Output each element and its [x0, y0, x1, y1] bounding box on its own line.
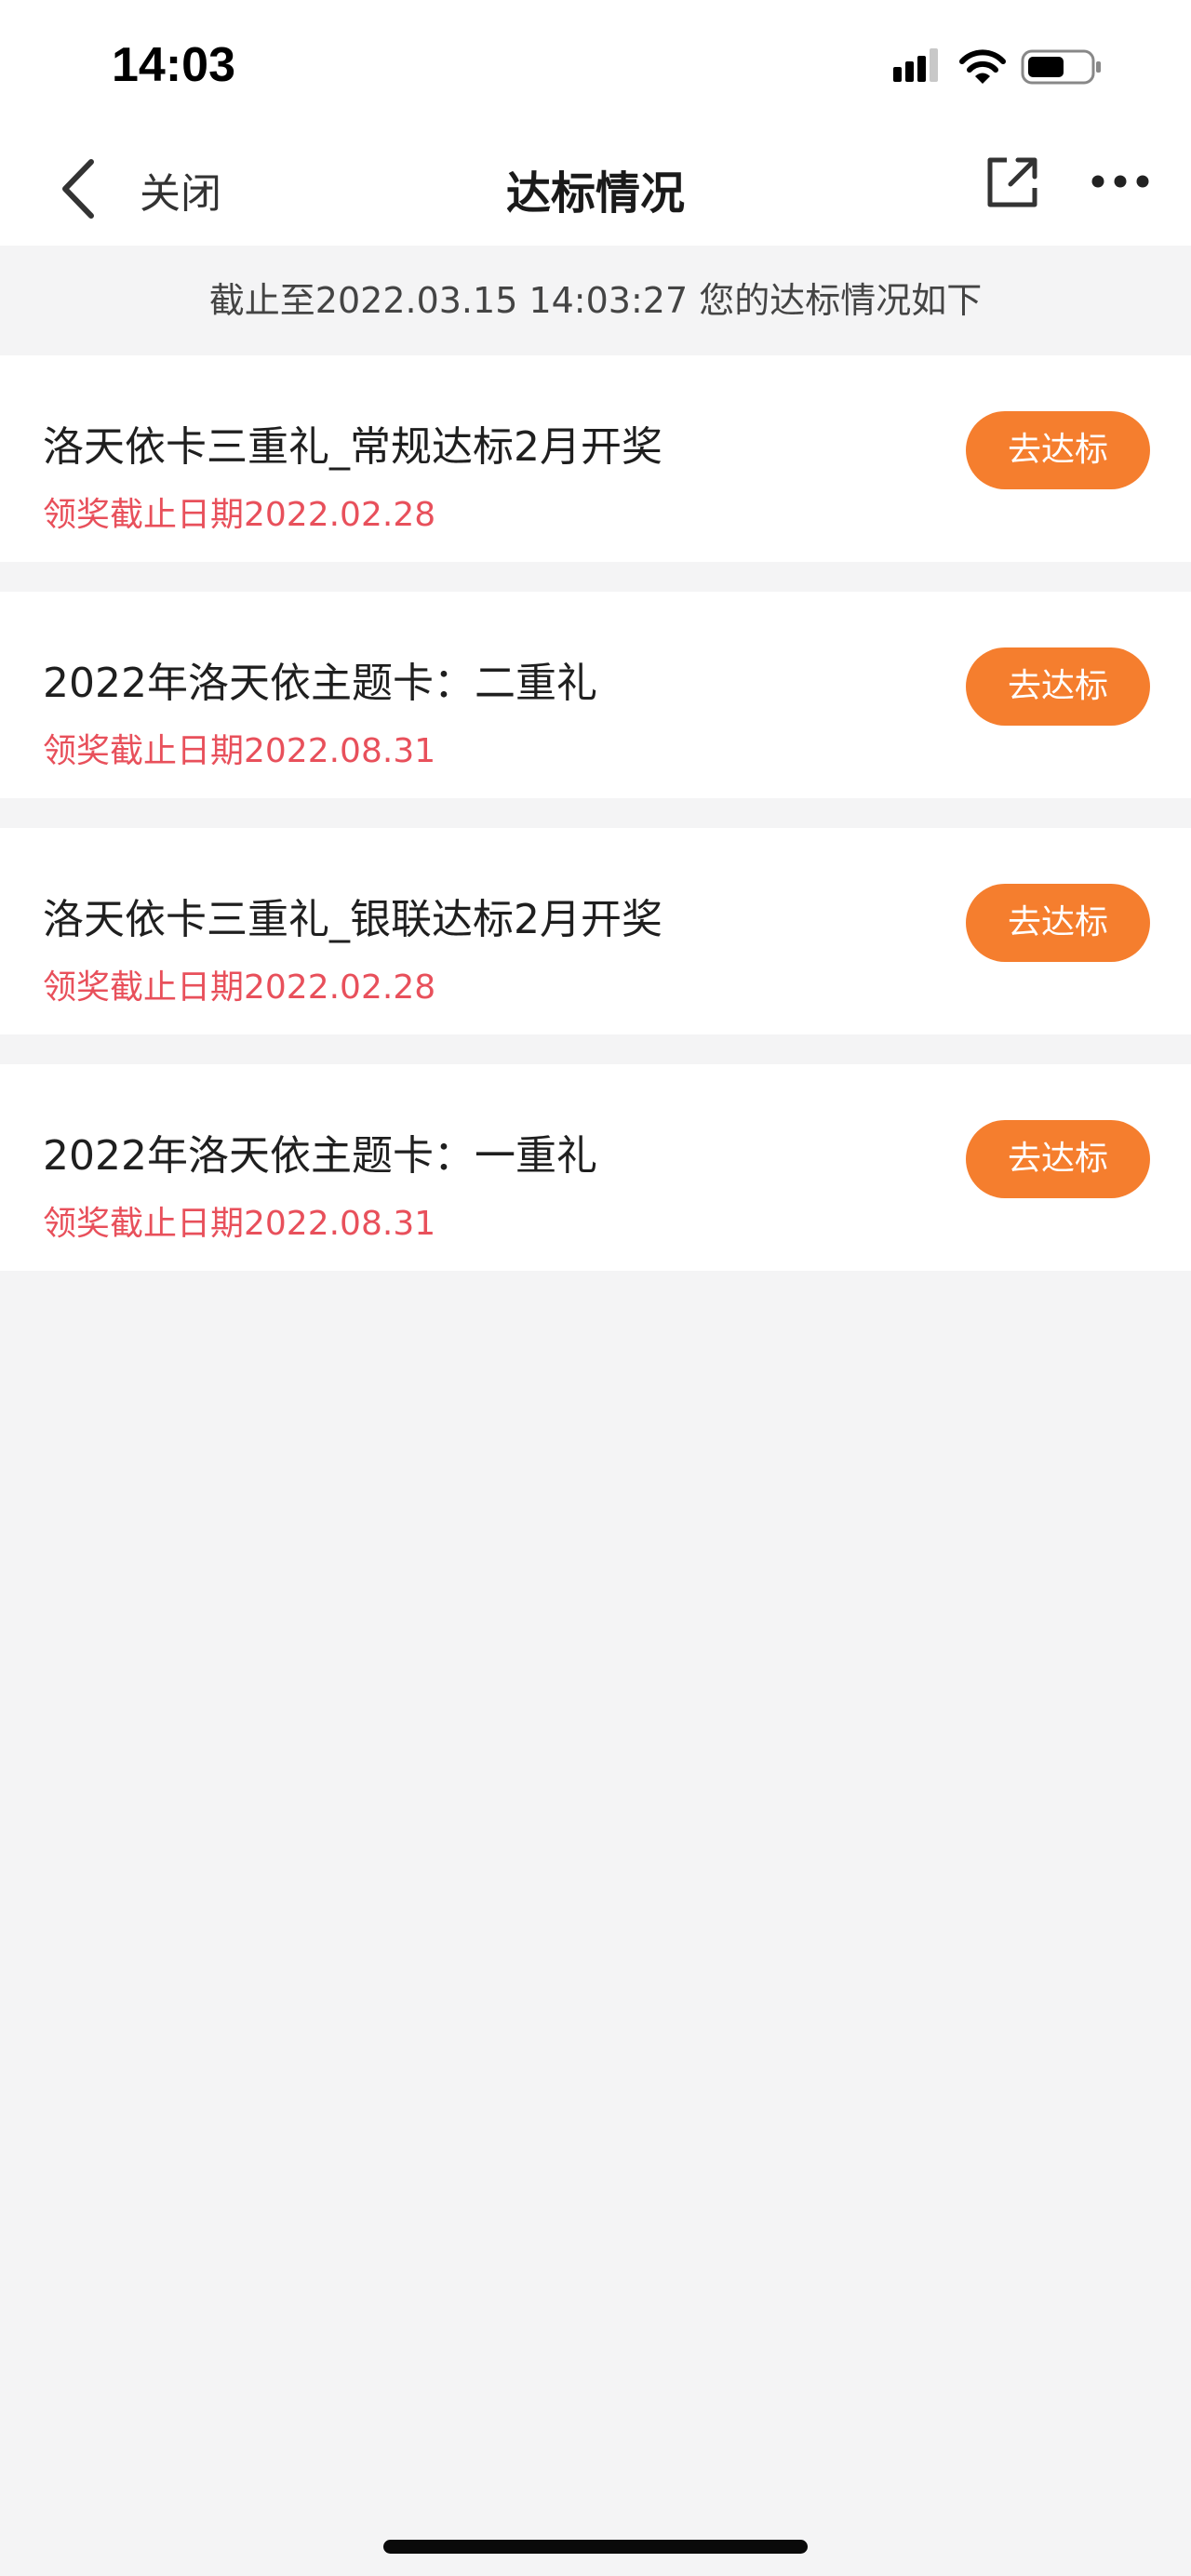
share-external-icon[interactable]	[984, 154, 1040, 210]
go-qualify-button[interactable]: 去达标	[966, 1120, 1150, 1198]
status-notice: 截止至2022.03.15 14:03:27 您的达标情况如下	[208, 280, 983, 321]
battery-icon	[1021, 49, 1101, 85]
card-deadline: 领奖截止日期2022.02.28	[43, 968, 436, 1007]
nav-bar: 关闭 达标情况	[0, 130, 1191, 246]
go-qualify-button[interactable]: 去达标	[966, 647, 1150, 726]
home-indicator[interactable]	[383, 2540, 808, 2554]
go-qualify-button[interactable]: 去达标	[966, 411, 1150, 489]
go-qualify-button[interactable]: 去达标	[966, 884, 1150, 962]
reward-card-1: 洛天依卡三重礼_常规达标2月开奖 领奖截止日期2022.02.28 去达标	[0, 355, 1191, 562]
status-icons-svg	[893, 48, 1101, 85]
card-deadline: 领奖截止日期2022.02.28	[43, 496, 436, 534]
card-deadline: 领奖截止日期2022.08.31	[43, 1205, 436, 1243]
card-title: 2022年洛天依主题卡：一重礼	[43, 1132, 597, 1180]
reward-card-3: 洛天依卡三重礼_银联达标2月开奖 领奖截止日期2022.02.28 去达标	[0, 828, 1191, 1034]
status-bar: 14:03	[0, 0, 1191, 130]
card-title: 洛天依卡三重礼_银联达标2月开奖	[43, 896, 662, 943]
status-time: 14:03	[112, 38, 235, 92]
card-deadline: 领奖截止日期2022.08.31	[43, 732, 436, 770]
cellular-signal-icon	[893, 48, 938, 82]
status-icons	[893, 47, 1117, 89]
card-title: 洛天依卡三重礼_常规达标2月开奖	[43, 423, 662, 471]
wifi-icon	[959, 49, 1006, 84]
reward-card-4: 2022年洛天依主题卡：一重礼 领奖截止日期2022.08.31 去达标	[0, 1064, 1191, 1271]
more-dots-icon[interactable]	[1091, 167, 1150, 195]
card-title: 2022年洛天依主题卡：二重礼	[43, 660, 597, 707]
reward-card-2: 2022年洛天依主题卡：二重礼 领奖截止日期2022.08.31 去达标	[0, 592, 1191, 798]
